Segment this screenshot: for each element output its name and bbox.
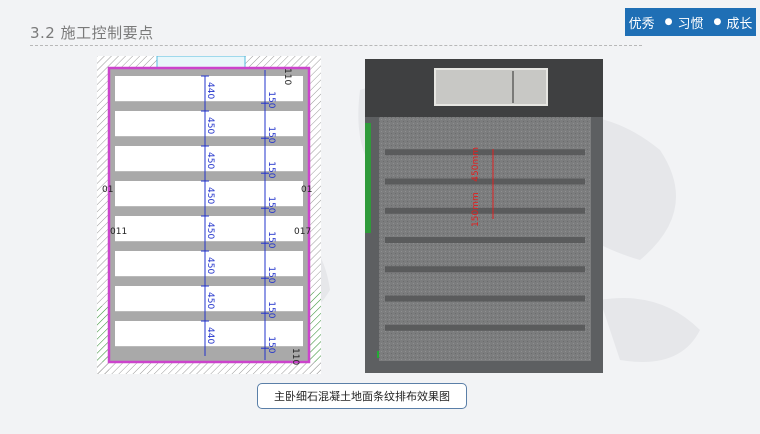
annotation-slab: 450mm	[471, 147, 481, 182]
slab-dimension-label: 440	[205, 82, 215, 99]
render-strip	[385, 178, 585, 185]
slogan-word: 优秀	[628, 16, 655, 32]
slab-dimension-label: 450	[205, 257, 215, 274]
render-strip	[385, 295, 585, 302]
floor-plan-drawing: 440 150 450 150 450 150 450 150 450 150 450 150 450 1…	[97, 56, 321, 374]
strip-dimension-label: 150	[266, 126, 276, 143]
window-frame	[156, 56, 246, 69]
render-window	[434, 68, 548, 106]
render-strip	[385, 237, 585, 243]
side-label-left: 011	[110, 227, 127, 237]
render-strip	[385, 266, 585, 273]
strip-dimension-label: 150	[266, 266, 276, 283]
slide: 3.2 施工控制要点 优秀 ● 习惯 ● 成长 440 150 450 150 450 1…	[0, 0, 760, 434]
green-hatch-bottom-right	[309, 292, 321, 362]
strip-dimension-label: 150	[266, 196, 276, 213]
side-mark-left: 01	[102, 185, 113, 195]
annotation-strip: 150mm	[471, 192, 481, 227]
slogan-badge: 优秀 ● 习惯 ● 成长	[625, 8, 756, 36]
strip-dimension-label: 150	[266, 231, 276, 248]
side-label-right: 017	[294, 227, 311, 237]
slab-dimension-label: 450	[205, 117, 215, 134]
side-mark-right: 01	[301, 185, 312, 195]
render-view: 450mm 150mm	[365, 59, 603, 373]
bullet-dot-icon: ●	[664, 17, 673, 27]
slab-dimension-label: 450	[205, 187, 215, 204]
slogan-word: 习惯	[677, 16, 704, 32]
strip-dimension-label: 150	[266, 301, 276, 318]
caption-box: 主卧细石混凝土地面条纹排布效果图	[257, 383, 467, 409]
section-title: 3.2 施工控制要点	[30, 24, 154, 42]
slab-dimension-label: 440	[205, 327, 215, 344]
wall-hatch-bottom	[97, 362, 321, 374]
slogan-word: 成长	[726, 16, 753, 32]
strip-dimension-label: 150	[266, 336, 276, 353]
title-divider	[30, 45, 642, 46]
bullet-dot-icon: ●	[713, 17, 722, 27]
render-strip	[385, 324, 585, 331]
strip-dimension-label: 150	[266, 161, 276, 178]
green-hatch-bottom-left	[97, 306, 109, 362]
slab-dimension-label: 450	[205, 292, 215, 309]
bottom-edge-label: 110	[290, 348, 300, 365]
slab-dimension-label: 450	[205, 222, 215, 239]
top-edge-label: 110	[282, 68, 292, 85]
render-strip	[385, 207, 585, 214]
render-strip	[385, 149, 585, 156]
strip-dimension-label: 150	[266, 91, 276, 108]
render-green-edge	[365, 123, 371, 233]
slab-dimension-label: 450	[205, 152, 215, 169]
